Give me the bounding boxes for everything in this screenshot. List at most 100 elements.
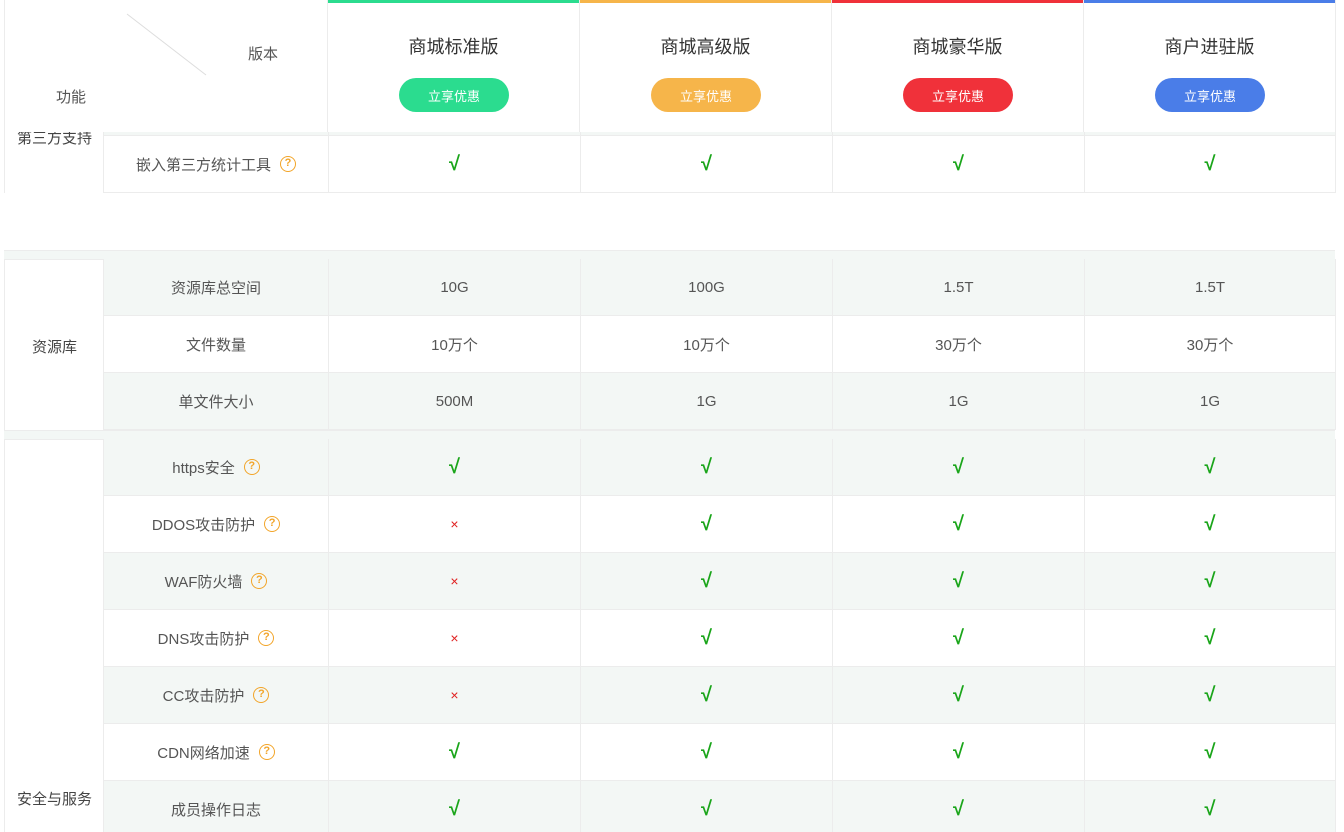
check-icon: √	[701, 152, 712, 175]
plan-value-cell: √	[329, 136, 581, 192]
check-icon: √	[1204, 797, 1216, 820]
group-label: 资源库	[31, 339, 77, 356]
question-circle-icon[interactable]: ?	[258, 744, 275, 760]
plan-column-header-3: 商城豪华版 立享优惠	[832, 0, 1084, 132]
check-icon: √	[701, 683, 712, 706]
plan-value: 500M	[435, 392, 474, 410]
table-header: 版本 功能 商城标准版 立享优惠 商城高级版 立享优惠 商城豪华版 立享优惠 商户进驻版 立享…	[0, 0, 1344, 132]
get-discount-button[interactable]: 立享优惠	[651, 78, 761, 112]
check-icon: √	[953, 683, 964, 706]
plan-value-cell: 1G	[833, 373, 1085, 429]
feature-cell: https安全?	[104, 439, 329, 495]
check-icon: √	[1204, 683, 1216, 706]
plan-value-cell: √	[581, 553, 833, 609]
get-discount-button[interactable]: 立享优惠	[903, 78, 1013, 112]
check-icon: √	[701, 512, 712, 535]
question-circle-icon[interactable]: ?	[264, 516, 281, 532]
plan-value: 1.5T	[943, 278, 974, 296]
table-row: DNS攻击防护? × √ √ √	[104, 610, 1336, 667]
plan-column-header-2: 商城高级版 立享优惠	[580, 0, 832, 132]
plan-value-cell: √	[581, 610, 833, 666]
plan-value-cell: √	[1085, 136, 1336, 192]
table-row: WAF防火墙? × √ √ √	[104, 553, 1336, 610]
diagonal-divider	[126, 13, 207, 76]
feature-name: 单文件大小	[178, 393, 254, 411]
get-discount-button[interactable]: 立享优惠	[399, 78, 509, 112]
plan-value-cell: √	[581, 724, 833, 780]
plan-value-cell: √	[833, 439, 1085, 495]
table-row: https安全? √ √ √ √	[104, 439, 1336, 496]
check-icon: √	[953, 740, 964, 763]
check-icon: √	[701, 740, 712, 763]
header-corner-cell: 版本 功能	[4, 0, 328, 132]
plan-value-cell: √	[329, 781, 581, 832]
plan-value-cell: 10万个	[581, 316, 833, 372]
feature-name: https安全	[172, 459, 235, 477]
plan-value: 1.5T	[1194, 278, 1225, 296]
plan-value: 1G	[696, 392, 717, 410]
cross-icon: ×	[450, 630, 459, 646]
plan-value-cell: √	[833, 667, 1085, 723]
plan-value-cell: ×	[329, 667, 581, 723]
feature-name: CDN网络加速	[157, 744, 250, 762]
plan-value-cell: √	[1085, 724, 1336, 780]
plan-value: 30万个	[935, 336, 982, 354]
check-icon: √	[449, 152, 460, 175]
feature-cell: 资源库总空间	[104, 259, 329, 315]
feature-name: 嵌入第三方统计工具	[135, 156, 271, 174]
plan-value-cell: ×	[329, 610, 581, 666]
plan-value-cell: ×	[329, 496, 581, 552]
plan-value-cell: ×	[329, 553, 581, 609]
plan-value-cell: √	[581, 781, 833, 832]
plan-value-cell: √	[1085, 667, 1336, 723]
plan-value-cell: 30万个	[1085, 316, 1336, 372]
group-label-cell: 安全与服务	[5, 439, 104, 832]
check-icon: √	[953, 512, 964, 535]
plan-value-cell: √	[1085, 781, 1336, 832]
plan-value: 10万个	[431, 336, 478, 354]
check-icon: √	[449, 797, 460, 820]
feature-name: DDOS攻击防护	[151, 516, 256, 534]
function-label: 功能	[56, 89, 87, 106]
version-label: 版本	[248, 46, 279, 63]
question-circle-icon[interactable]: ?	[280, 156, 296, 172]
table-row: 文件数量 10万个 10万个 30万个 30万个	[104, 316, 1336, 373]
feature-cell: 成员操作日志	[104, 781, 329, 832]
plan-value-cell: √	[581, 496, 833, 552]
plan-value-cell: √	[581, 667, 833, 723]
feature-cell: 文件数量	[104, 316, 329, 372]
cross-icon: ×	[450, 573, 459, 589]
plan-value-cell: √	[329, 439, 581, 495]
plan-value-cell: 1.5T	[1085, 259, 1336, 315]
check-icon: √	[953, 569, 964, 592]
plan-value-cell: √	[1085, 496, 1336, 552]
plan-value-cell: √	[1085, 553, 1336, 609]
check-icon: √	[449, 455, 460, 478]
question-circle-icon[interactable]: ?	[258, 630, 275, 646]
question-circle-icon[interactable]: ?	[251, 573, 268, 589]
table-row: CDN网络加速? √ √ √ √	[104, 724, 1336, 781]
check-icon: √	[1204, 512, 1216, 535]
feature-cell: 单文件大小	[104, 373, 329, 429]
plan-value: 30万个	[1186, 336, 1234, 354]
plan-accent-bar	[328, 0, 579, 3]
table-row: 单文件大小 500M 1G 1G 1G	[104, 373, 1336, 430]
check-icon: √	[1204, 455, 1216, 478]
feature-name: DNS攻击防护	[157, 630, 250, 648]
plan-name: 商城高级版	[660, 37, 751, 57]
question-circle-icon[interactable]: ?	[243, 459, 260, 475]
plan-accent-bar	[832, 0, 1083, 3]
plan-name: 商城标准版	[408, 37, 499, 57]
feature-group: 安全与服务 https安全? √ √ √ √ DDOS攻击防护? × √ √ √ WAF防火墙? × √ √…	[4, 439, 1336, 832]
get-discount-button[interactable]: 立享优惠	[1155, 78, 1265, 112]
cross-icon: ×	[450, 516, 459, 532]
plan-value-cell: √	[581, 439, 833, 495]
plan-accent-bar	[1084, 0, 1335, 3]
check-icon: √	[953, 455, 964, 478]
table-row: 成员操作日志 √ √ √ √	[104, 781, 1336, 832]
feature-group: 资源库 资源库总空间 10G 100G 1.5T 1.5T 文件数量 10万个 10万个 30万个…	[4, 259, 1336, 430]
feature-name: CC攻击防护	[162, 687, 245, 705]
plan-value-cell: 10万个	[329, 316, 581, 372]
check-icon: √	[1204, 740, 1216, 763]
question-circle-icon[interactable]: ?	[253, 687, 270, 703]
